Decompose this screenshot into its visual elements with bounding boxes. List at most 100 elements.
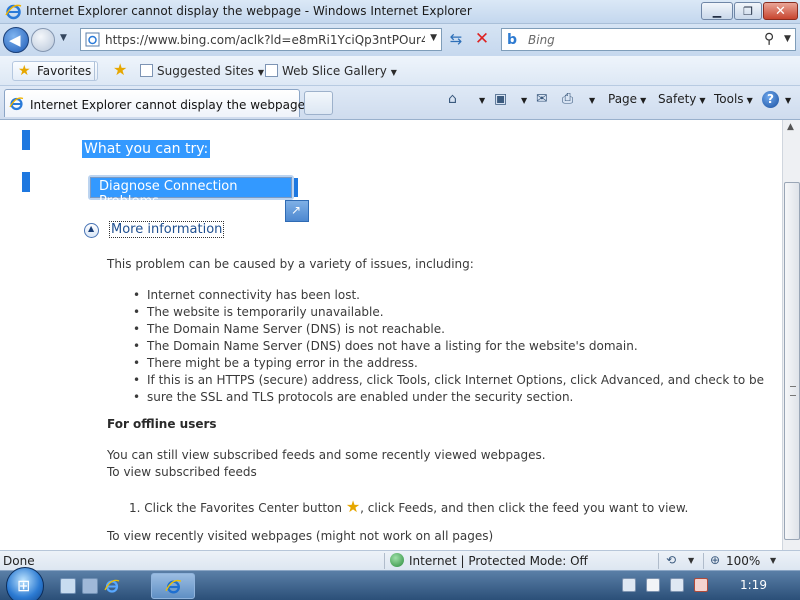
list-item: There might be a typing error in the add… [133, 355, 764, 372]
add-to-favorites-bar-icon[interactable]: ★ [113, 60, 127, 79]
search-input[interactable]: Bing [528, 33, 555, 47]
list-item: The Domain Name Server (DNS) does not ha… [133, 338, 764, 355]
offline-users-heading: For offline users [107, 417, 217, 431]
read-mail-icon[interactable]: ✉ [536, 91, 548, 107]
chevron-down-icon: ▼ [640, 96, 647, 105]
address-dropdown-icon[interactable]: ▼ [430, 33, 437, 43]
tools-menu[interactable]: Tools ▼ [714, 92, 753, 106]
safety-menu[interactable]: Safety ▼ [658, 92, 706, 106]
feeds-dropdown-icon[interactable]: ▼ [518, 92, 527, 106]
ie-logo-icon [5, 4, 22, 20]
what-you-can-try-heading: What you can try: [82, 140, 211, 158]
favorites-star-icon: ★ [18, 63, 31, 79]
address-bar[interactable]: https://www.bing.com/aclk?ld=e8mRi1YciQp… [80, 28, 442, 51]
favorites-center-star-icon: ★ [345, 497, 361, 516]
recent-pages-dropdown-icon[interactable]: ▼ [60, 33, 67, 43]
internet-zone-icon [390, 553, 404, 567]
stop-button[interactable]: ✕ [472, 29, 492, 49]
bing-icon: b [507, 32, 518, 48]
suggested-sites-icon [140, 64, 153, 77]
back-arrow-icon: ◀ [9, 31, 21, 49]
print-icon[interactable]: ⎙ [562, 91, 573, 107]
feeds-step-1: 1. Click the Favorites Center button ★, … [129, 497, 689, 516]
maximize-button[interactable]: ❐ [734, 2, 762, 20]
shortcut-icon: ↗ [285, 200, 309, 222]
status-divider [658, 553, 659, 569]
ie-task-icon [165, 579, 182, 594]
list-item: If this is an HTTPS (secure) address, cl… [133, 372, 764, 389]
windows-logo-icon: ⊞ [17, 576, 31, 595]
diagnose-connection-problems-button[interactable]: Diagnose Connection Problems [90, 177, 292, 209]
ie-quicklaunch-icon[interactable] [104, 578, 120, 594]
tab-active[interactable]: Internet Explorer cannot display the web… [4, 89, 305, 117]
print-dropdown-icon[interactable]: ▼ [586, 92, 595, 106]
home-icon[interactable]: ⌂ [448, 91, 457, 107]
status-text: Done [3, 554, 35, 568]
more-information-link[interactable]: More information [109, 221, 225, 238]
tab-label: Internet Explorer cannot display the web… [30, 98, 305, 112]
favorites-button[interactable]: ★ Favorites [12, 61, 99, 81]
favorites-label: Favorites [37, 64, 92, 78]
security-zone-text[interactable]: Internet | Protected Mode: Off [409, 554, 588, 568]
chevron-down-icon: ▼ [390, 68, 397, 77]
network-icon[interactable] [670, 578, 684, 592]
window-title: Internet Explorer cannot display the web… [26, 4, 472, 18]
volume-muted-icon[interactable] [694, 578, 708, 592]
list-item: Internet connectivity has been lost. [133, 287, 764, 304]
help-dropdown-icon[interactable]: ▼ [782, 92, 791, 106]
status-divider [703, 553, 704, 569]
taskbar-ie-window[interactable] [151, 573, 195, 599]
taskbar: ⊞ 1:19 [0, 567, 800, 600]
start-button[interactable]: ⊞ [6, 567, 44, 600]
document-tray-icon[interactable] [622, 578, 636, 592]
scroll-up-icon[interactable]: ▲ [787, 122, 794, 132]
ie-tab-icon [9, 97, 24, 111]
favorites-divider [94, 62, 95, 80]
protected-mode-icon[interactable]: ⟲ [666, 553, 676, 567]
focus-marker [22, 130, 30, 150]
refresh-button[interactable]: ⇆ [446, 30, 466, 50]
minimize-button[interactable]: ▁ [701, 2, 733, 20]
forward-button[interactable] [31, 28, 55, 52]
close-button[interactable]: ✕ [763, 2, 798, 20]
scrollbar-thumb[interactable] [784, 182, 800, 540]
page-menu[interactable]: Page ▼ [608, 92, 646, 106]
zoom-dropdown-icon[interactable]: ▼ [770, 556, 776, 565]
web-slice-gallery-icon [265, 64, 278, 77]
search-box[interactable]: b Bing ⚲ ▼ [501, 28, 796, 51]
causes-intro: This problem can be caused by a variety … [107, 257, 474, 271]
tab-row: Internet Explorer cannot display the web… [0, 86, 800, 120]
chevron-up-icon: ▲ [88, 224, 95, 233]
flag-icon[interactable] [646, 578, 660, 592]
feeds-icon[interactable]: ▣ [494, 91, 507, 107]
list-item: The Domain Name Server (DNS) is not reac… [133, 321, 764, 338]
vertical-scrollbar[interactable]: ▲ [782, 120, 800, 550]
zoom-icon[interactable]: ⊕ [710, 553, 720, 567]
chevron-down-icon: ▼ [746, 96, 753, 105]
search-options-dropdown-icon[interactable]: ▼ [784, 34, 791, 44]
search-icon[interactable]: ⚲ [764, 31, 774, 47]
more-information-toggle[interactable]: ▲ [84, 223, 99, 238]
causes-list: Internet connectivity has been lost. The… [133, 287, 764, 406]
back-button[interactable]: ◀ [3, 27, 29, 53]
new-tab-button[interactable] [304, 91, 333, 115]
chevron-down-icon: ▼ [699, 96, 706, 105]
close-icon: ✕ [775, 3, 786, 19]
favorites-item-web-slice-gallery[interactable]: Web Slice Gallery ▼ [265, 64, 397, 78]
status-divider [384, 553, 385, 569]
favorites-item-suggested-sites[interactable]: Suggested Sites ▼ [140, 64, 264, 78]
minimize-icon: ▁ [712, 4, 722, 18]
switch-windows-icon[interactable] [82, 578, 98, 594]
chevron-down-icon: ▼ [257, 68, 265, 77]
title-bar: Internet Explorer cannot display the web… [0, 0, 800, 24]
scrollbar-grip-icon [790, 386, 796, 396]
zoom-level[interactable]: 100% [726, 554, 760, 568]
favorites-bar: ★ Favorites ★ Suggested Sites ▼ Web Slice… [0, 56, 800, 86]
help-icon[interactable]: ? [762, 91, 779, 108]
focus-marker [294, 178, 298, 197]
show-desktop-icon[interactable] [60, 578, 76, 594]
chevron-down-icon[interactable]: ▼ [688, 556, 694, 565]
home-dropdown-icon[interactable]: ▼ [476, 92, 485, 106]
address-input[interactable]: https://www.bing.com/aclk?ld=e8mRi1YciQp… [105, 33, 425, 47]
system-clock[interactable]: 1:19 [740, 578, 767, 592]
